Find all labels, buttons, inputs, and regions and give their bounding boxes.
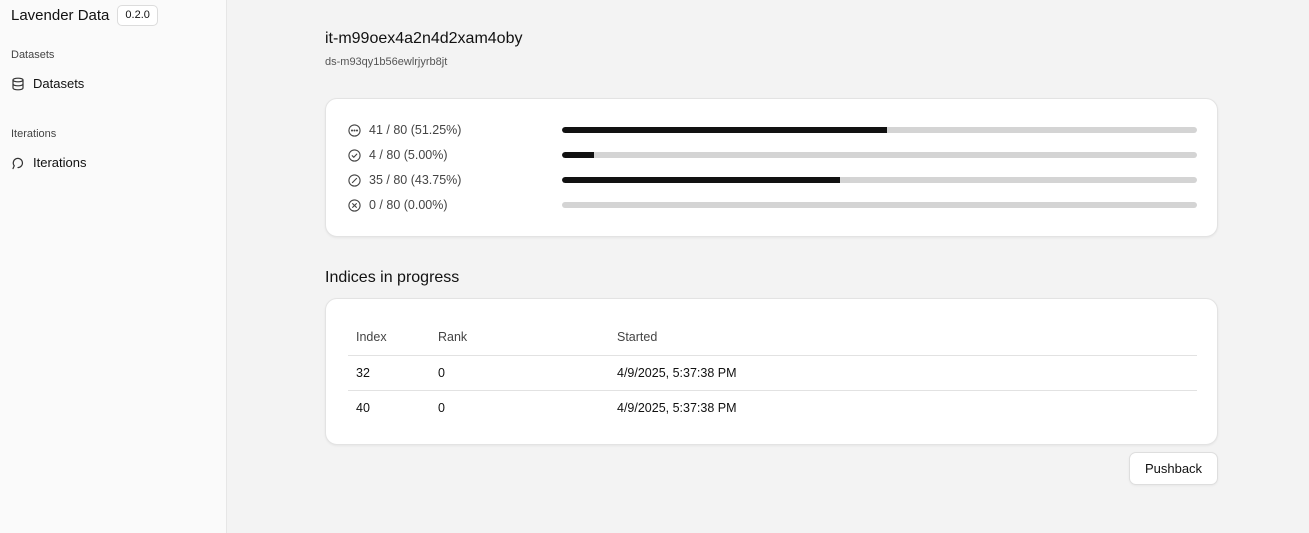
indices-table-card: Index Rank Started 32 0 4/9/2025, 5:37:3… <box>325 298 1218 445</box>
table-header-row: Index Rank Started <box>348 319 1197 356</box>
cell-started: 4/9/2025, 5:37:38 PM <box>617 400 737 415</box>
main-content: it-m99oex4a2n4d2xam4oby ds-m93qy1b56ewlr… <box>227 0 1309 533</box>
progress-text: 0 / 80 (0.00%) <box>369 198 448 212</box>
table-row: 32 0 4/9/2025, 5:37:38 PM <box>348 356 1197 390</box>
indices-table: Index Rank Started 32 0 4/9/2025, 5:37:3… <box>348 319 1197 424</box>
progress-bar <box>562 152 1197 158</box>
progress-bar <box>562 177 1197 183</box>
progress-row-in-progress: 41 / 80 (51.25%) <box>348 121 1197 139</box>
sidebar-item-iterations[interactable]: Iterations <box>11 155 86 170</box>
database-icon <box>11 77 25 91</box>
progress-card: 41 / 80 (51.25%) 4 / 80 (5.00%) 35 / 80 … <box>325 98 1218 237</box>
sidebar-item-label: Iterations <box>33 155 87 170</box>
progress-text: 35 / 80 (43.75%) <box>369 173 462 187</box>
x-circle-icon <box>348 198 361 212</box>
cell-index: 32 <box>356 366 370 380</box>
progress-row-failed: 0 / 80 (0.00%) <box>348 196 1197 214</box>
column-header-index: Index <box>356 330 387 344</box>
ellipsis-circle-icon <box>348 123 361 137</box>
brand: Lavender Data 0.2.0 <box>11 5 158 26</box>
version-badge: 0.2.0 <box>117 5 158 26</box>
sidebar-item-label: Datasets <box>33 76 85 91</box>
sidebar: Lavender Data 0.2.0 Datasets Datasets It… <box>0 0 227 533</box>
iteration-title: it-m99oex4a2n4d2xam4oby <box>325 30 523 47</box>
sidebar-group-label-iterations: Iterations <box>11 128 57 140</box>
slash-circle-icon <box>348 173 361 187</box>
cell-index: 40 <box>356 400 370 415</box>
progress-row-filtered: 35 / 80 (43.75%) <box>348 171 1197 189</box>
cell-started: 4/9/2025, 5:37:38 PM <box>617 366 737 380</box>
table-row: 40 0 4/9/2025, 5:37:38 PM <box>348 390 1197 424</box>
section-title-indices: Indices in progress <box>325 269 460 286</box>
iteration-icon <box>11 156 25 170</box>
progress-bar <box>562 127 1197 133</box>
cell-rank: 0 <box>438 366 445 380</box>
progress-bar-fill <box>562 152 594 158</box>
column-header-started: Started <box>617 330 658 344</box>
pushback-button[interactable]: Pushback <box>1129 452 1218 485</box>
brand-name: Lavender Data <box>11 7 110 24</box>
progress-bar-fill <box>562 127 888 133</box>
cell-rank: 0 <box>438 400 445 415</box>
progress-bar <box>562 202 1197 208</box>
sidebar-item-datasets[interactable]: Datasets <box>11 76 84 91</box>
app: Lavender Data 0.2.0 Datasets Datasets It… <box>0 0 1309 533</box>
progress-bar-fill <box>562 177 840 183</box>
sidebar-group-label-datasets: Datasets <box>11 49 55 61</box>
check-circle-icon <box>348 148 361 162</box>
column-header-rank: Rank <box>438 330 468 344</box>
dataset-id-link[interactable]: ds-m93qy1b56ewlrjyrb8jt <box>325 56 447 68</box>
progress-text: 4 / 80 (5.00%) <box>369 148 448 162</box>
progress-text: 41 / 80 (51.25%) <box>369 123 462 137</box>
progress-row-completed: 4 / 80 (5.00%) <box>348 146 1197 164</box>
